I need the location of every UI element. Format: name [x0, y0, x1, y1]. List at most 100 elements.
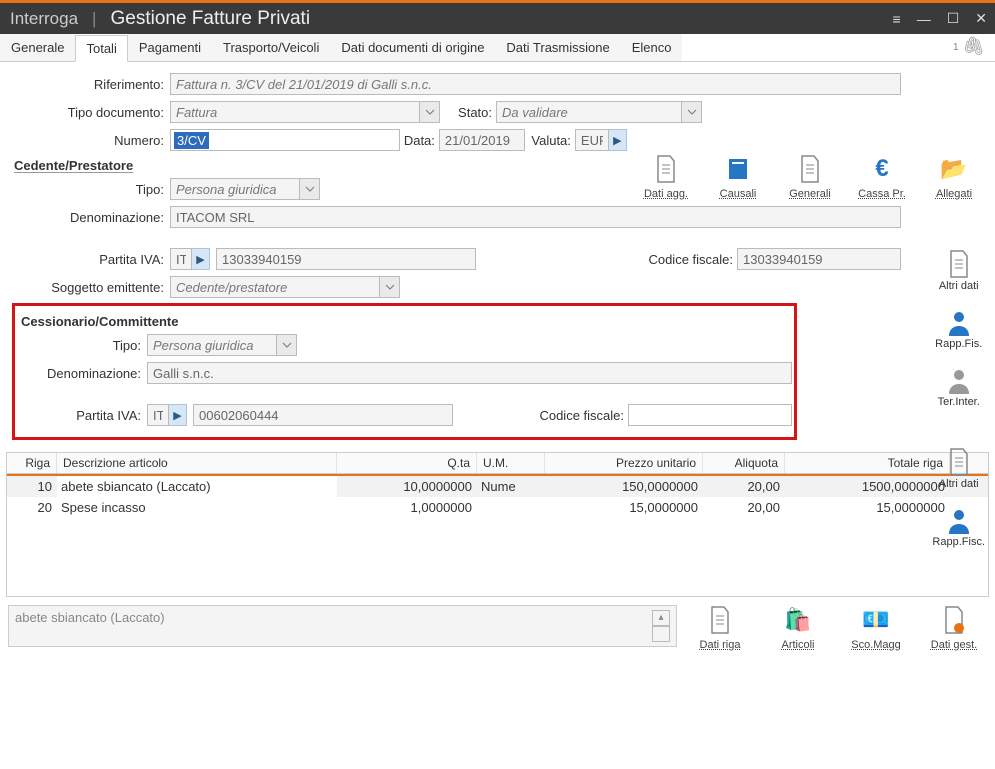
footer-articoli[interactable]: 🛍️ Articoli — [773, 605, 823, 651]
cell-tot: 15,0000000 — [785, 497, 950, 518]
toolbar-allegati[interactable]: 📂 Allegati — [929, 154, 979, 200]
cedente-tipo-label: Tipo: — [10, 182, 170, 197]
cell-aliq: 20,00 — [703, 476, 785, 497]
col-um[interactable]: U.M. — [477, 453, 545, 473]
bag-icon: 🛍️ — [784, 607, 811, 633]
money-icon: 💶 — [862, 607, 889, 633]
sogg-emittente-dropdown[interactable] — [380, 276, 400, 298]
tab-dati-trasmissione[interactable]: Dati Trasmissione — [495, 34, 620, 61]
toolbar-caption: Dati agg. — [644, 188, 688, 200]
sidebar-ter-inter[interactable]: Ter.Inter. — [938, 368, 980, 408]
cessionario-denom-label: Denominazione: — [17, 366, 147, 381]
cell-desc: Spese incasso — [57, 497, 337, 518]
tab-pagamenti[interactable]: Pagamenti — [128, 34, 212, 61]
minimize-icon[interactable]: — — [917, 11, 931, 27]
tab-trasporto[interactable]: Trasporto/Veicoli — [212, 34, 330, 61]
table-row[interactable]: 20 Spese incasso 1,0000000 15,0000000 20… — [7, 497, 988, 518]
preview-up-icon[interactable]: ▴ — [652, 610, 670, 626]
stato-label: Stato: — [456, 105, 496, 120]
cell-riga: 20 — [7, 497, 57, 518]
cedente-tipo-dropdown[interactable] — [300, 178, 320, 200]
footer-sco-magg[interactable]: 💶 Sco.Magg — [851, 605, 901, 651]
sidebar-rapp-fisc[interactable]: Rapp.Fisc. — [932, 508, 985, 548]
preview-down-icon[interactable]: ▾ — [652, 626, 670, 642]
cell-um: Nume — [477, 476, 545, 497]
col-riga[interactable]: Riga — [7, 453, 57, 473]
footer-caption: Dati gest. — [931, 639, 977, 651]
tab-elenco[interactable]: Elenco — [621, 34, 683, 61]
col-desc[interactable]: Descrizione articolo — [57, 453, 337, 473]
cell-um — [477, 497, 545, 518]
col-tot[interactable]: Totale riga — [785, 453, 950, 473]
col-prezzo[interactable]: Prezzo unitario — [545, 453, 703, 473]
numero-label: Numero: — [10, 133, 170, 148]
cessionario-tipo-input[interactable] — [147, 334, 277, 356]
sidebar-caption: Rapp.Fis. — [935, 338, 982, 350]
footer-caption: Dati riga — [700, 639, 741, 651]
sogg-emittente-input[interactable] — [170, 276, 380, 298]
cedente-denom-input[interactable] — [170, 206, 901, 228]
cessionario-piva-input[interactable] — [193, 404, 453, 426]
cessionario-cf-input[interactable] — [628, 404, 792, 426]
grid-body[interactable]: 10 abete sbiancato (Laccato) 10,0000000 … — [7, 476, 988, 596]
document-icon — [947, 448, 971, 476]
sidebar-altri-dati-1[interactable]: Altri dati — [939, 250, 979, 292]
window-title: Gestione Fatture Privati — [110, 8, 310, 30]
cessionario-section-header: Cessionario/Committente — [21, 314, 792, 329]
footer-dati-gest[interactable]: Dati gest. — [929, 605, 979, 651]
riferimento-label: Riferimento: — [10, 77, 170, 92]
document-icon — [798, 155, 822, 183]
maximize-icon[interactable]: ☐ — [947, 10, 960, 27]
toolbar-causali[interactable]: Causali — [713, 154, 763, 200]
stato-input[interactable] — [496, 101, 682, 123]
cessionario-tipo-label: Tipo: — [17, 338, 147, 353]
tipo-doc-input[interactable] — [170, 101, 420, 123]
attachment-indicator[interactable]: 1 🖇 — [953, 36, 985, 57]
top-toolbar: Dati agg. Causali Generali € Cassa Pr. 📂… — [641, 154, 979, 200]
cedente-piva-input[interactable] — [216, 248, 476, 270]
tab-dati-origine[interactable]: Dati documenti di origine — [330, 34, 495, 61]
tipo-doc-dropdown[interactable] — [420, 101, 440, 123]
window-mode: Interroga — [10, 9, 78, 29]
cedente-denom-label: Denominazione: — [10, 210, 170, 225]
sogg-emittente-label: Soggetto emittente: — [10, 280, 170, 295]
stato-dropdown[interactable] — [682, 101, 702, 123]
col-aliq[interactable]: Aliquota — [703, 453, 785, 473]
menu-icon[interactable]: ≡ — [893, 11, 901, 27]
cedente-piva-lookup[interactable]: ▶ — [192, 248, 210, 270]
sidebar-caption: Rapp.Fisc. — [932, 536, 985, 548]
table-row[interactable]: 10 abete sbiancato (Laccato) 10,0000000 … — [7, 476, 988, 497]
riferimento-input[interactable] — [170, 73, 901, 95]
valuta-input[interactable] — [575, 129, 609, 151]
cell-riga: 10 — [7, 476, 57, 497]
valuta-lookup[interactable]: ▶ — [609, 129, 627, 151]
toolbar-dati-agg[interactable]: Dati agg. — [641, 154, 691, 200]
sidebar-altri-dati-2[interactable]: Altri dati — [939, 448, 979, 490]
sidebar-caption: Ter.Inter. — [938, 396, 980, 408]
tipo-doc-label: Tipo documento: — [10, 105, 170, 120]
toolbar-cassa-pr[interactable]: € Cassa Pr. — [857, 154, 907, 200]
col-qta[interactable]: Q.ta — [337, 453, 477, 473]
cell-aliq: 20,00 — [703, 497, 785, 518]
footer-dati-riga[interactable]: Dati riga — [695, 605, 745, 651]
cessionario-piva-country[interactable] — [147, 404, 169, 426]
tab-generale[interactable]: Generale — [0, 34, 75, 61]
cedente-tipo-input[interactable] — [170, 178, 300, 200]
paperclip-icon: 🖇 — [962, 36, 985, 56]
cessionario-denom-input[interactable] — [147, 362, 792, 384]
right-sidebar: Altri dati Rapp.Fis. Ter.Inter. Altri da… — [932, 250, 985, 548]
toolbar-generali[interactable]: Generali — [785, 154, 835, 200]
grid-header: Riga Descrizione articolo Q.ta U.M. Prez… — [7, 453, 988, 474]
cessionario-tipo-dropdown[interactable] — [277, 334, 297, 356]
tab-totali[interactable]: Totali — [75, 35, 127, 62]
cedente-cf-input[interactable] — [737, 248, 901, 270]
sidebar-caption: Altri dati — [939, 280, 979, 292]
sidebar-rapp-fis[interactable]: Rapp.Fis. — [935, 310, 982, 350]
close-icon[interactable]: ✕ — [975, 10, 987, 27]
cedente-piva-country[interactable] — [170, 248, 192, 270]
data-input[interactable] — [439, 129, 525, 151]
person-icon — [947, 310, 971, 336]
cessionario-piva-lookup[interactable]: ▶ — [169, 404, 187, 426]
data-label: Data: — [403, 133, 439, 148]
numero-value: 3/CV — [174, 132, 209, 149]
